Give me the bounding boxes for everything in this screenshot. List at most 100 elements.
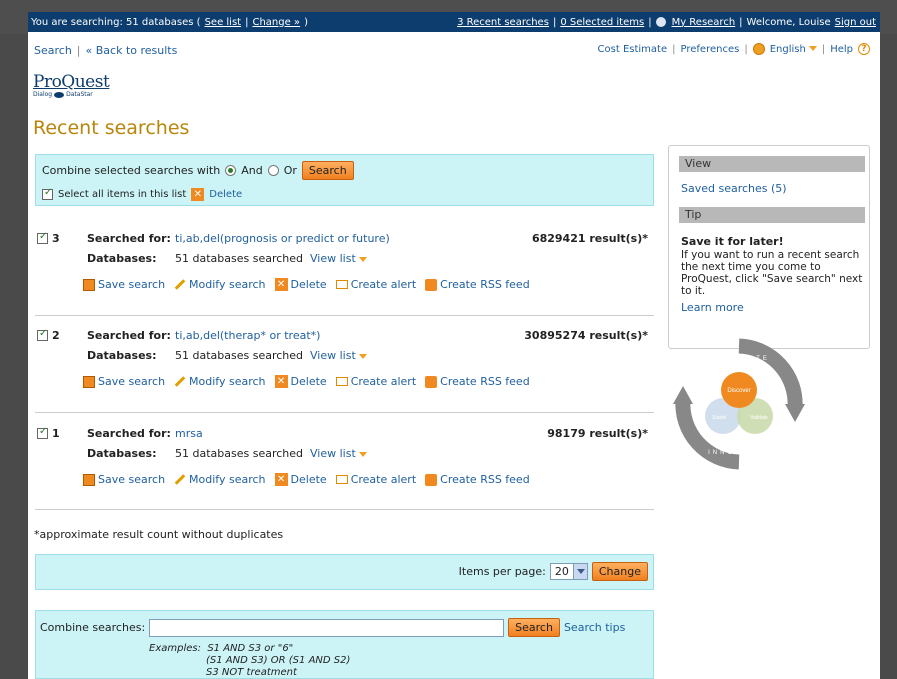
modify-search-button[interactable]: Modify search [174,473,266,486]
separator: | [76,44,81,57]
separator: | [672,43,676,55]
pencil-icon [174,279,186,290]
language-label: English [769,43,806,55]
create-rss-button[interactable]: Create RSS feed [425,473,530,486]
discover-label: Discover [727,388,750,394]
delete-button[interactable]: ✕ Delete [274,375,327,388]
create-rss-button[interactable]: Create RSS feed [425,375,530,388]
create-rss-button[interactable]: Create RSS feed [425,278,530,291]
saved-searches-link[interactable]: Saved searches (5) [681,182,869,195]
preferences-link[interactable]: Preferences [681,44,740,55]
recent-searches-link[interactable]: 3 Recent searches [457,17,549,28]
mail-icon [335,280,348,289]
combine-searches-label: Combine searches: [40,621,146,634]
selected-items-link[interactable]: 0 Selected items [560,17,644,28]
create-alert-button[interactable]: Create alert [335,375,417,388]
tip-header: Tip [679,207,865,223]
result-count: 6829421 result(s)* [531,232,648,245]
combine-selected-panel: Combine selected searches with And Or Se… [35,154,654,206]
delete-icon: ✕ [274,473,288,486]
change-button[interactable]: Change [591,562,648,581]
view-list-link[interactable]: View list [310,447,356,460]
query-link[interactable]: ti,ab,del(therap* or treat*) [175,329,320,342]
databases-count: 51 databases searched [175,252,304,265]
databases-label: Databases: [87,447,157,460]
and-radio[interactable] [225,165,237,176]
entry-number: 1 [37,426,60,440]
rss-label: Create RSS feed [440,473,530,486]
view-list-link[interactable]: View list [310,252,356,265]
save-icon [83,473,95,486]
help-link[interactable]: Help [830,44,853,55]
modify-label: Modify search [189,375,266,388]
items-per-page-select[interactable]: 20 [549,563,588,580]
examples-label: Examples: [149,643,201,654]
modify-label: Modify search [189,473,266,486]
or-label: Or [283,164,297,177]
delete-icon[interactable]: ✕ [191,188,205,201]
back-to-results-link[interactable]: « Back to results [86,44,178,57]
combine-searches-panel: Combine searches: Search Search tips Exa… [35,610,654,679]
learn-more-link[interactable]: Learn more [681,301,869,314]
databases-value: 51 databases searched View list [175,252,367,265]
rss-label: Create RSS feed [440,278,530,291]
save-search-button[interactable]: Save search [83,473,165,486]
view-list-link[interactable]: View list [310,349,356,362]
innovate-top-label: INNOVATE [716,356,770,362]
rss-icon [425,278,438,291]
search-link[interactable]: Search [34,44,72,57]
cost-estimate-link[interactable]: Cost Estimate [598,44,668,55]
search-tips-link[interactable]: Search tips [564,621,625,634]
rss-icon [425,473,438,486]
entry-checkbox[interactable] [37,426,48,439]
query-link[interactable]: ti,ab,del(prognosis or predict or future… [175,232,390,245]
select-all-label: Select all items in this list [58,189,187,200]
tip-title: Save it for later! [681,235,784,248]
create-alert-button[interactable]: Create alert [335,278,417,291]
separator: | [821,43,826,55]
example-1: S1 AND S3 or "6" [207,643,294,654]
entry-actions: Save search Modify search ✕ Delete Create… [83,278,530,291]
my-research-link[interactable]: My Research [672,17,736,28]
combine-searches-input[interactable] [149,618,505,637]
alert-label: Create alert [350,375,417,388]
see-list-link[interactable]: See list [205,17,242,28]
sign-out-link[interactable]: Sign out [835,17,876,28]
delete-label: Delete [290,375,327,388]
examples-text: Examples: S1 AND S3 or "6" (S1 AND S3) O… [149,643,350,679]
save-search-button[interactable]: Save search [83,278,165,291]
entry-checkbox[interactable] [37,328,48,341]
globe-icon [752,43,765,55]
combine-searches-button[interactable]: Search [508,618,560,637]
or-radio[interactable] [267,165,279,176]
combine-search-button[interactable]: Search [301,161,354,180]
entry-checkbox[interactable] [37,231,48,244]
view-header: View [679,156,865,172]
searched-for-label: Searched for: [87,427,171,440]
entry-index: 3 [52,232,60,245]
change-databases-link[interactable]: Change » [252,17,300,28]
proquest-logo[interactable]: ProQuest Dialog DataStar [33,72,110,98]
modify-search-button[interactable]: Modify search [174,375,266,388]
select-all-checkbox[interactable] [42,187,53,200]
save-search-button[interactable]: Save search [83,375,165,388]
innovate-bottom-label: INNOVATE [708,450,762,456]
entry-index: 2 [52,329,60,342]
query-link[interactable]: mrsa [175,427,203,440]
delete-button[interactable]: ✕ Delete [274,278,327,291]
swoosh-icon [54,91,65,98]
help-icon[interactable]: ? [858,43,870,55]
save-label: Save search [98,473,166,486]
delete-button[interactable]: ✕ Delete [274,473,327,486]
language-selector[interactable]: English [770,44,817,55]
modify-search-button[interactable]: Modify search [174,278,266,291]
create-alert-button[interactable]: Create alert [335,473,416,486]
validate-label: Validate [750,415,768,421]
alert-label: Create alert [350,278,417,291]
mail-icon [335,475,348,484]
delete-selected-link[interactable]: Delete [209,189,242,200]
account-links: 3 Recent searches | 0 Selected items | M… [457,17,876,28]
combine-row: Combine selected searches with And Or Se… [42,161,354,180]
utility-nav: Cost Estimate | Preferences | English | … [598,43,870,55]
modify-label: Modify search [189,278,266,291]
